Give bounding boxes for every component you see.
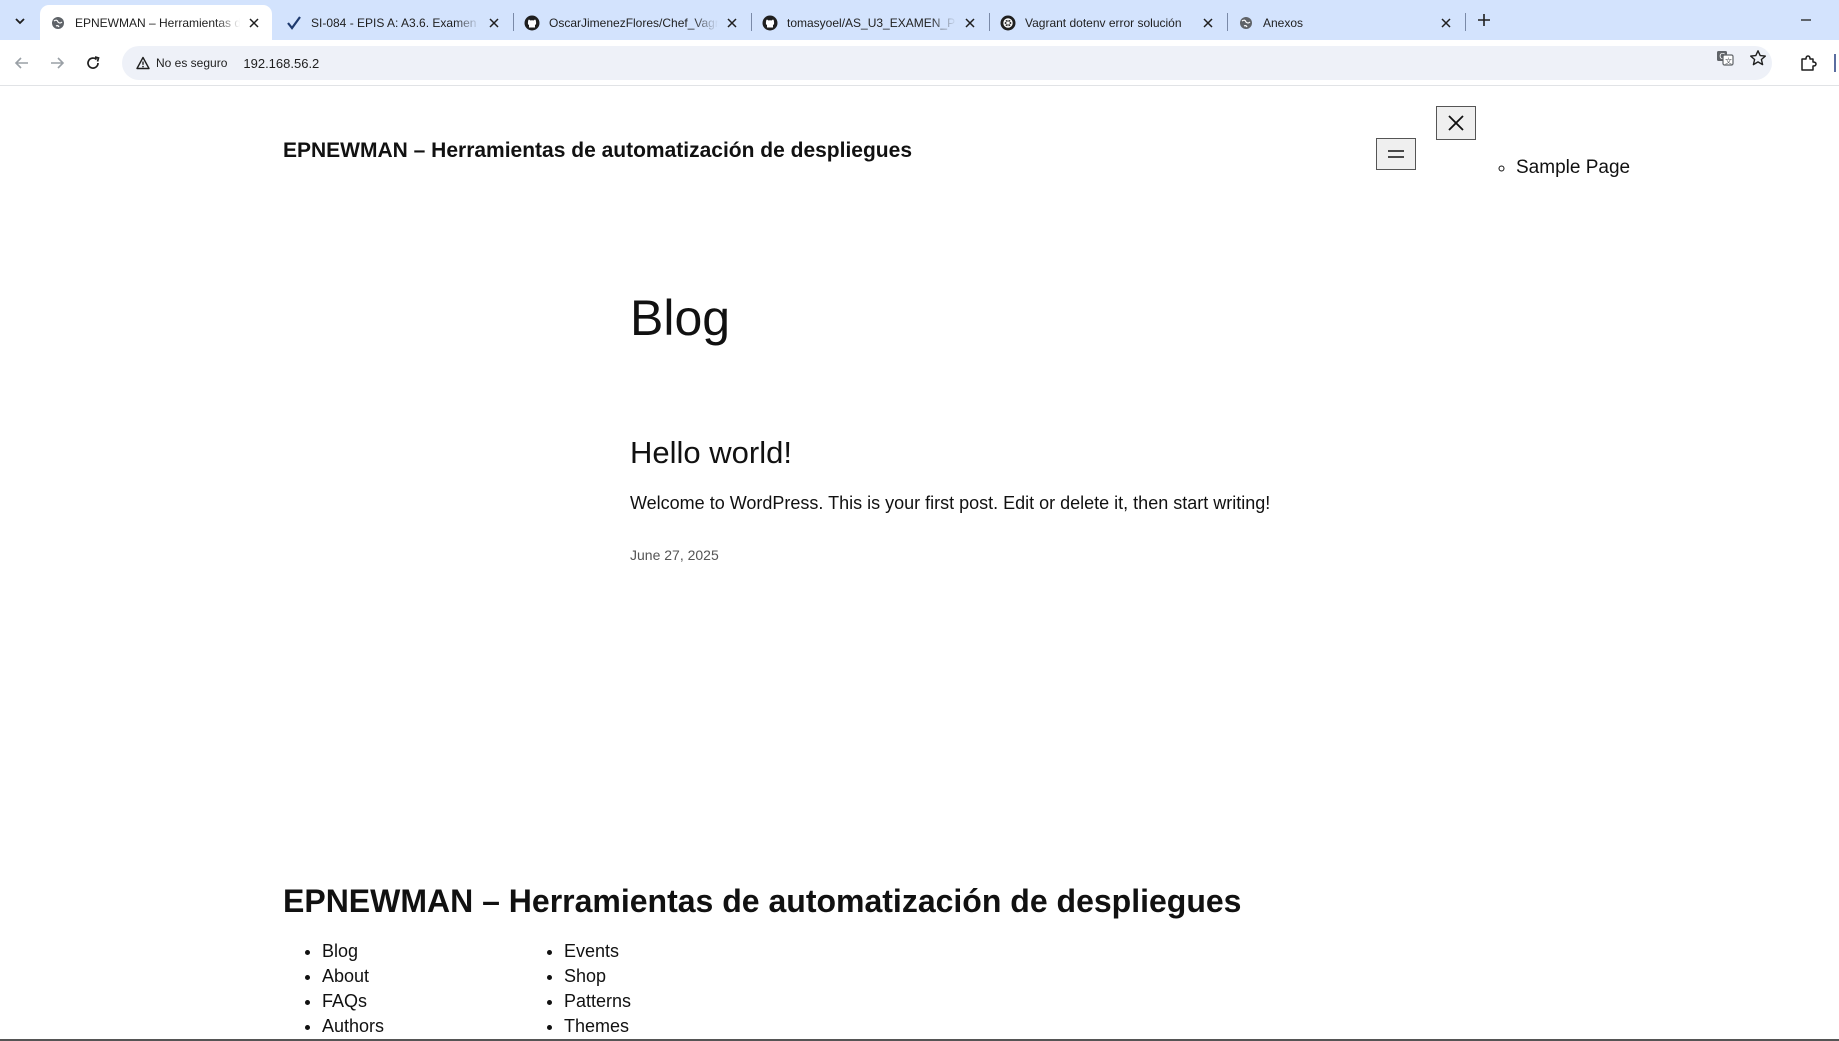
footer-link-authors[interactable]: Authors [322,1014,384,1039]
globe-icon [1238,15,1254,31]
globe-icon [50,15,66,31]
tab-title: OscarJimenezFlores/Chef_Vagrant [549,15,718,30]
minimize-icon[interactable] [1794,8,1818,32]
tab-separator [1465,13,1466,31]
github-icon [524,15,540,31]
post-excerpt: Welcome to WordPress. This is your first… [630,493,1271,513]
footer-nav-column-2: Events Shop Patterns Themes [524,939,631,1039]
menu-toggle-button[interactable] [1376,138,1416,170]
url-text[interactable]: 192.168.56.2 [243,56,319,71]
bookmark-star-icon[interactable] [1749,49,1767,67]
post-title-link[interactable]: Hello world! [630,435,792,471]
tab-search-icon[interactable] [8,9,32,33]
site-navigation: Sample Page [1500,157,1630,179]
tab-title: Anexos [1263,15,1304,30]
footer-link-events[interactable]: Events [564,939,631,964]
address-bar[interactable]: No es seguro 192.168.56.2 [122,46,1772,80]
tab-title: Vagrant dotenv error solución [1025,15,1182,30]
new-tab-icon[interactable] [1472,8,1496,32]
openai-icon [1000,15,1016,31]
extensions-puzzle-icon[interactable] [1796,51,1820,75]
nav-item-sample-page[interactable]: Sample Page [1516,157,1630,179]
security-label: No es seguro [156,56,228,70]
footer-link-shop[interactable]: Shop [564,964,631,989]
close-tab-icon[interactable] [486,15,502,31]
close-tab-icon[interactable] [246,15,262,31]
toolbar-divider [1834,54,1836,72]
tab-vagrant[interactable]: Vagrant dotenv error solución [990,5,1226,40]
page-title: Blog [630,290,731,346]
footer-link-faqs[interactable]: FAQs [322,989,384,1014]
close-tab-icon[interactable] [724,15,740,31]
svg-text:文: 文 [1725,56,1732,65]
warning-icon [135,55,151,71]
footer-link-blog[interactable]: Blog [322,939,384,964]
close-icon [1448,115,1464,131]
tab-title: EPNEWMAN – Herramientas de automatizació… [75,15,240,30]
footer-nav-column-1: Blog About FAQs Authors [282,939,384,1039]
footer-link-about[interactable]: About [322,964,384,989]
close-tab-icon[interactable] [1200,15,1216,31]
tab-anexos[interactable]: Anexos [1228,5,1464,40]
footer-link-themes[interactable]: Themes [564,1014,631,1039]
hamburger-icon [1388,150,1404,158]
security-chip[interactable]: No es seguro [128,50,235,76]
tab-strip: EPNEWMAN – Herramientas de automatizació… [0,0,1839,40]
close-menu-button[interactable] [1436,106,1476,140]
footer-site-title[interactable]: EPNEWMAN – Herramientas de automatizació… [283,883,1241,920]
tab-github-examen[interactable]: tomasyoel/AS_U3_EXAMEN_PRACTICO [752,5,988,40]
close-tab-icon[interactable] [1438,15,1454,31]
tab-si084[interactable]: SI-084 - EPIS A: A3.6. Examen de [276,5,512,40]
reload-icon[interactable] [81,51,105,75]
forward-arrow-icon[interactable] [45,51,69,75]
browser-toolbar: No es seguro 192.168.56.2 G文 [0,40,1839,86]
post-date: June 27, 2025 [630,547,719,563]
footer-link-patterns[interactable]: Patterns [564,989,631,1014]
tab-epnewman[interactable]: EPNEWMAN – Herramientas de automatizació… [40,5,272,40]
tab-github-chef[interactable]: OscarJimenezFlores/Chef_Vagrant [514,5,750,40]
github-icon [762,15,778,31]
checkmark-icon [286,15,302,31]
tab-title: tomasyoel/AS_U3_EXAMEN_PRACTICO [787,15,956,30]
tab-title: SI-084 - EPIS A: A3.6. Examen de [311,15,480,30]
close-tab-icon[interactable] [962,15,978,31]
translate-icon[interactable]: G文 [1716,49,1734,67]
web-page: EPNEWMAN – Herramientas de automatizació… [0,87,1839,1041]
back-arrow-icon[interactable] [10,51,34,75]
site-title[interactable]: EPNEWMAN – Herramientas de automatizació… [283,139,912,163]
